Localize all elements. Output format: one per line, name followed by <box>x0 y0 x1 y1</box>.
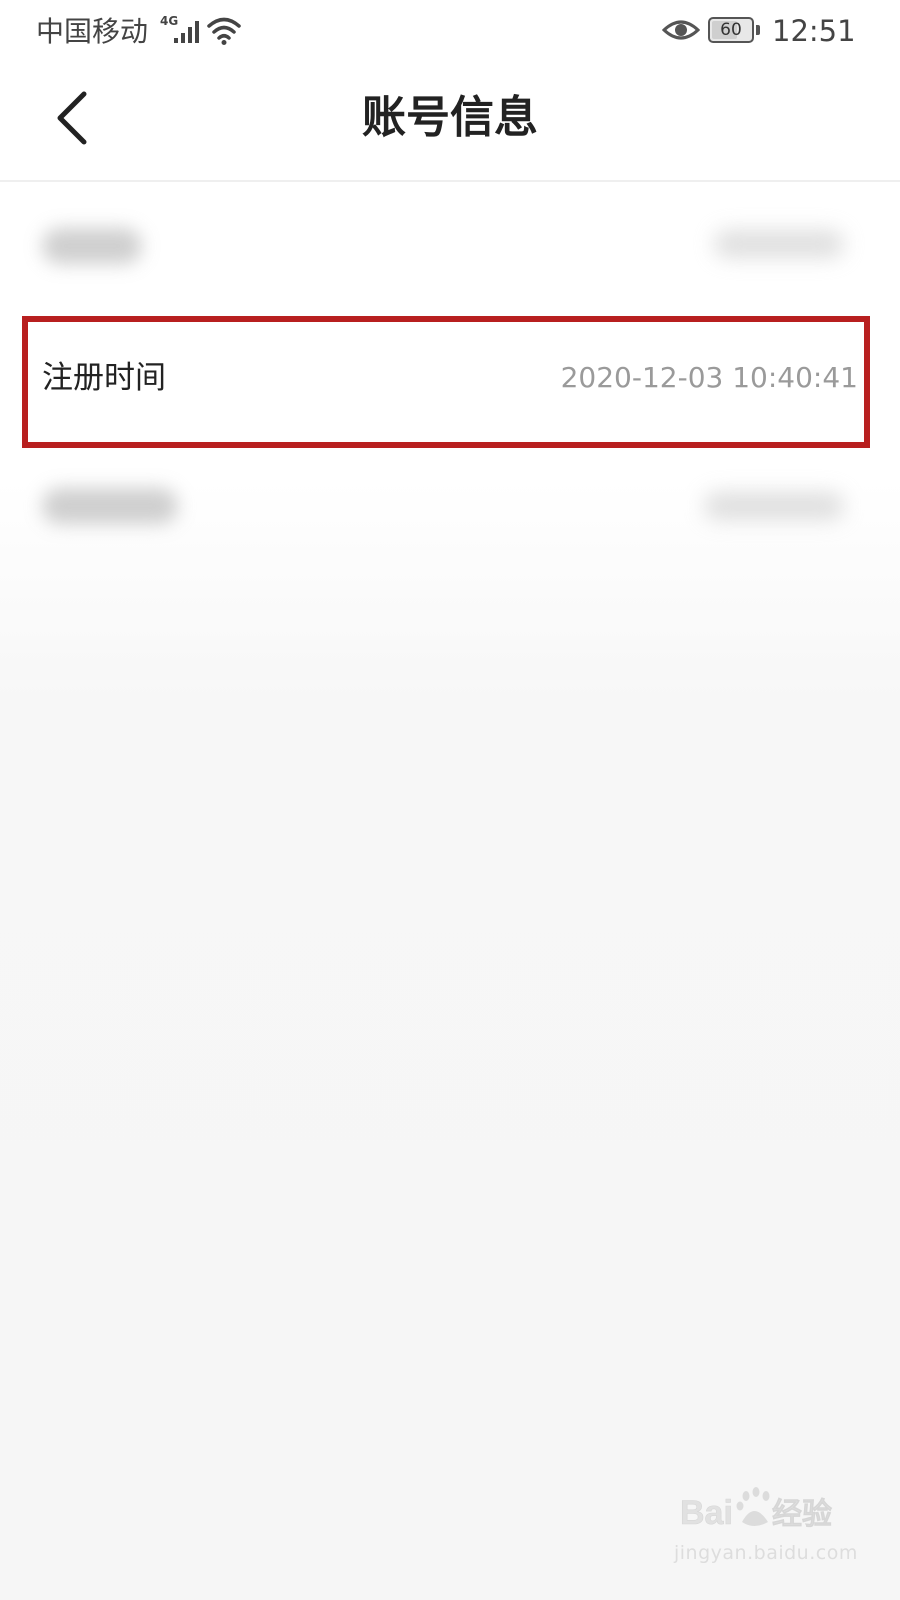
wifi-icon <box>207 17 241 45</box>
blurred-label <box>42 488 178 524</box>
svg-text:经验: 经验 <box>772 1497 832 1531</box>
blurred-label <box>42 228 142 264</box>
account-info-row-blurred[interactable] <box>0 190 900 300</box>
svg-text:Bai: Bai <box>680 1494 733 1532</box>
registration-time-value: 2020-12-03 10:40:41 <box>560 361 858 394</box>
eye-icon <box>662 20 700 40</box>
blurred-value <box>714 230 844 258</box>
status-bar: 中国移动 4G 60 12:51 <box>0 0 900 64</box>
battery-cap <box>756 25 760 35</box>
baidu-logo-icon: Bai 经验 <box>680 1487 832 1532</box>
baidu-jingyan-watermark: Bai 经验 jingyan.baidu.com <box>672 1476 857 1576</box>
registration-time-row[interactable]: 注册时间 2020-12-03 10:40:41 <box>0 326 900 436</box>
signal-icon <box>174 21 199 43</box>
blurred-value <box>704 492 844 520</box>
status-time: 12:51 <box>772 14 856 48</box>
page-title: 账号信息 <box>362 92 538 143</box>
watermark-url: jingyan.baidu.com <box>674 1542 858 1564</box>
navigation-header: 账号信息 <box>0 64 900 182</box>
battery-icon: 60 <box>708 17 754 43</box>
battery-level: 60 <box>720 20 742 40</box>
registration-time-label: 注册时间 <box>42 360 166 396</box>
carrier-name: 中国移动 <box>36 15 149 48</box>
account-info-row-blurred[interactable] <box>0 448 900 558</box>
